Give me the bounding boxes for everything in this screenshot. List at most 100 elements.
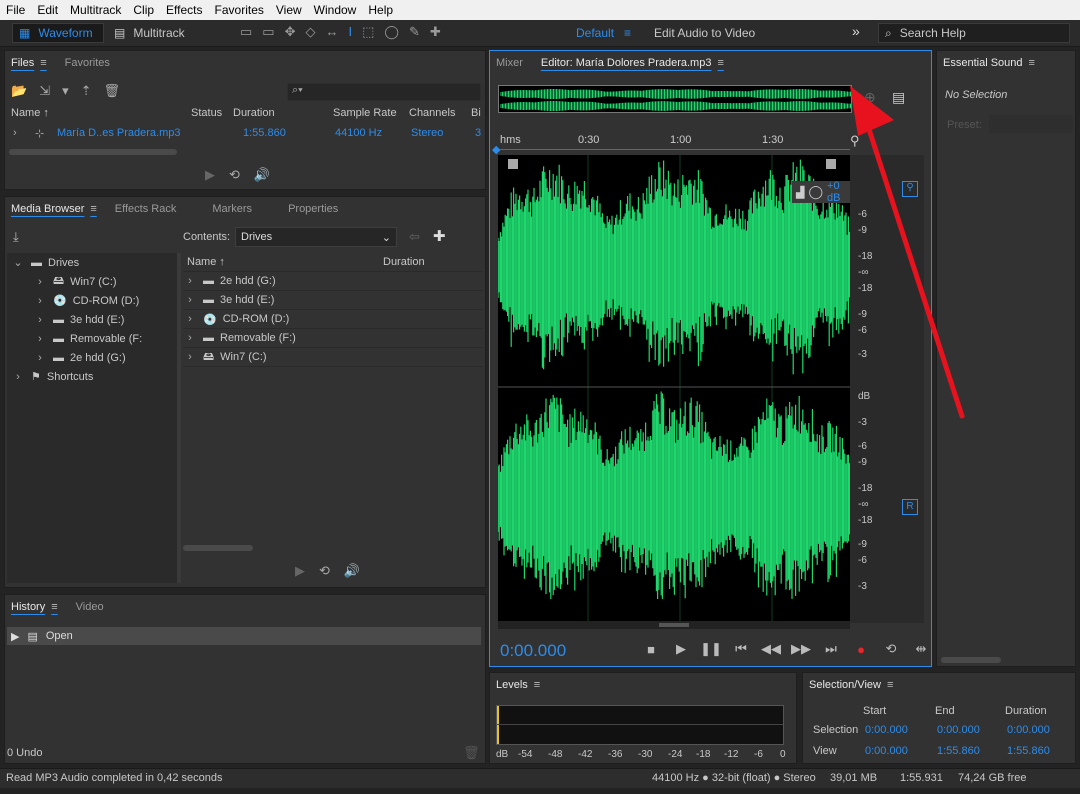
preset-dropdown[interactable] [989, 115, 1073, 133]
expand-arrow-icon[interactable]: › [13, 127, 17, 139]
selection-duration[interactable]: 0:00.000 [1007, 724, 1050, 736]
back-arrow-icon[interactable]: ⇦ [409, 229, 420, 245]
col-sample-rate[interactable]: Sample Rate [333, 107, 397, 119]
fade-out-handle[interactable] [826, 159, 836, 169]
chevron-right-icon[interactable]: › [33, 352, 47, 364]
current-time-display[interactable]: 0:00.000 [500, 641, 566, 661]
tree-item-drives[interactable]: ⌄ ▬ Drives [7, 253, 177, 272]
chevron-right-icon[interactable]: › [183, 332, 197, 344]
list-item-3e-hdd[interactable]: › ▬ 3e hdd (E:) [183, 291, 483, 310]
autoplay-speaker-icon[interactable]: 🔊 [344, 563, 374, 578]
menu-view[interactable]: View [270, 0, 308, 20]
col-status[interactable]: Status [191, 107, 222, 119]
spot-healing-icon[interactable]: ✚ [430, 24, 451, 39]
waveform-area[interactable] [498, 155, 850, 621]
tree-item-2e-hdd[interactable]: › ▬ 2e hdd (G:) [7, 348, 177, 367]
list-item-2e-hdd[interactable]: › ▬ 2e hdd (G:) [183, 272, 483, 291]
tree-item-win7[interactable]: › 🖴 Win7 (C:) [7, 272, 177, 291]
tab-media-browser[interactable]: Media Browser ≡ [11, 203, 97, 215]
skip-previous-icon[interactable]: ⏮ [726, 641, 756, 657]
tree-item-cdrom[interactable]: › 💿 CD-ROM (D:) [7, 291, 177, 310]
chevron-right-icon[interactable]: › [183, 351, 197, 363]
volume-knob-icon[interactable]: ◯ [808, 184, 823, 200]
files-scrollbar[interactable] [9, 149, 177, 155]
tab-markers[interactable]: Markers [212, 203, 252, 215]
waveform-hscroll[interactable] [498, 621, 850, 629]
view-start[interactable]: 0:00.000 [865, 745, 908, 757]
list-item-cdrom[interactable]: › 💿 CD-ROM (D:) [183, 310, 483, 329]
splitter[interactable] [177, 253, 181, 583]
history-item-open[interactable]: ▶ ▤ Open [7, 627, 481, 645]
files-search-input[interactable]: ⌕▾ [287, 83, 481, 101]
trash-icon[interactable]: 🗑 [463, 745, 480, 761]
tab-editor[interactable]: Editor: María Dolores Pradera.mp3 ≡ [541, 57, 724, 69]
menu-multitrack[interactable]: Multitrack [64, 0, 127, 20]
insert-icon[interactable]: ⇡ [81, 83, 104, 98]
menu-favorites[interactable]: Favorites [209, 0, 270, 20]
tab-mixer[interactable]: Mixer [496, 57, 523, 69]
essential-scrollbar[interactable] [941, 657, 1001, 663]
time-ruler[interactable]: hms 0:30 1:00 1:30 [498, 131, 850, 153]
list-col-name[interactable]: Name ↑ [183, 256, 383, 268]
fade-in-handle[interactable] [508, 159, 518, 169]
tab-files[interactable]: Files ≡ [11, 57, 47, 69]
open-file-icon[interactable]: 📂 [11, 83, 39, 98]
level-meter[interactable] [496, 705, 784, 745]
skip-selection-icon[interactable]: ⇹ [906, 641, 936, 657]
skip-next-icon[interactable]: ⏭ [816, 641, 846, 657]
tab-favorites[interactable]: Favorites [65, 57, 110, 69]
marquee-tool-icon[interactable]: ⬚ [362, 24, 384, 39]
loop-icon[interactable]: ⟲ [229, 167, 254, 182]
panel-menu-icon[interactable]: ≡ [51, 601, 57, 613]
tab-properties[interactable]: Properties [288, 203, 338, 215]
panel-menu-icon[interactable]: ≡ [90, 203, 96, 215]
download-icon[interactable]: ⤓ [13, 229, 19, 245]
col-channels[interactable]: Channels [409, 107, 455, 119]
panel-menu-icon[interactable]: ≡ [717, 57, 723, 69]
chevron-right-icon[interactable]: › [33, 276, 47, 288]
record-icon[interactable]: ● [846, 642, 876, 657]
spectral-display-icon[interactable]: ▭ [240, 24, 262, 39]
menu-effects[interactable]: Effects [160, 0, 208, 20]
overview-waveform[interactable] [498, 85, 852, 113]
tree-item-shortcuts[interactable]: › ⚑ Shortcuts [7, 367, 177, 386]
razor-tool-icon[interactable]: ◇ [306, 24, 326, 39]
tree-item-removable[interactable]: › ▬ Removable (F: [7, 329, 177, 348]
chevron-right-icon[interactable]: › [183, 294, 197, 306]
chevron-right-icon[interactable]: › [183, 275, 197, 287]
loop-icon[interactable]: ⟲ [876, 641, 906, 657]
tab-history[interactable]: History ≡ [11, 601, 58, 613]
time-selection-tool-icon[interactable]: I [349, 24, 363, 39]
view-duration[interactable]: 1:55.860 [1007, 745, 1050, 757]
chevron-down-icon[interactable]: ⌄ [11, 256, 25, 269]
move-tool-icon[interactable]: ✥ [285, 24, 306, 39]
play-icon[interactable]: ▶ [666, 641, 696, 657]
chevron-right-icon[interactable]: › [183, 313, 197, 325]
menu-clip[interactable]: Clip [127, 0, 160, 20]
chevron-right-icon[interactable]: › [33, 314, 47, 326]
multitrack-button[interactable]: ▤ Multitrack [108, 23, 198, 43]
delete-icon[interactable]: 🗑 [104, 83, 133, 98]
col-duration[interactable]: Duration [233, 107, 275, 119]
panel-menu-icon[interactable]: ≡ [1029, 57, 1035, 69]
file-row[interactable]: › ⊹ María D..es Pradera.mp3 1:55.860 441… [5, 127, 485, 145]
menu-file[interactable]: File [0, 0, 31, 20]
add-shortcut-icon[interactable]: ✚ [433, 227, 446, 245]
col-bits[interactable]: Bi [471, 107, 481, 119]
panel-menu-icon[interactable]: ≡ [534, 679, 540, 691]
search-help-input[interactable]: ⌕ Search Help [878, 23, 1070, 43]
slip-tool-icon[interactable]: ↔ [326, 24, 349, 39]
menu-edit[interactable]: Edit [31, 0, 64, 20]
list-item-win7[interactable]: › 🖴 Win7 (C:) [183, 348, 483, 367]
selection-start[interactable]: 0:00.000 [865, 724, 908, 736]
view-end[interactable]: 1:55.860 [937, 745, 980, 757]
list-col-duration[interactable]: Duration [383, 256, 425, 268]
pitch-display-icon[interactable]: ▭ [262, 24, 284, 39]
list-item-removable[interactable]: › ▬ Removable (F:) [183, 329, 483, 348]
edit-audio-video-workspace[interactable]: Edit Audio to Video [654, 26, 755, 40]
waveform-button[interactable]: ▦ Waveform [12, 23, 104, 43]
workspace-menu-icon[interactable]: ≡ [624, 26, 631, 40]
chevron-right-icon[interactable]: › [11, 371, 25, 383]
panel-menu-icon[interactable]: ≡ [40, 57, 46, 69]
contents-dropdown[interactable]: Drives ⌄ [235, 227, 397, 247]
